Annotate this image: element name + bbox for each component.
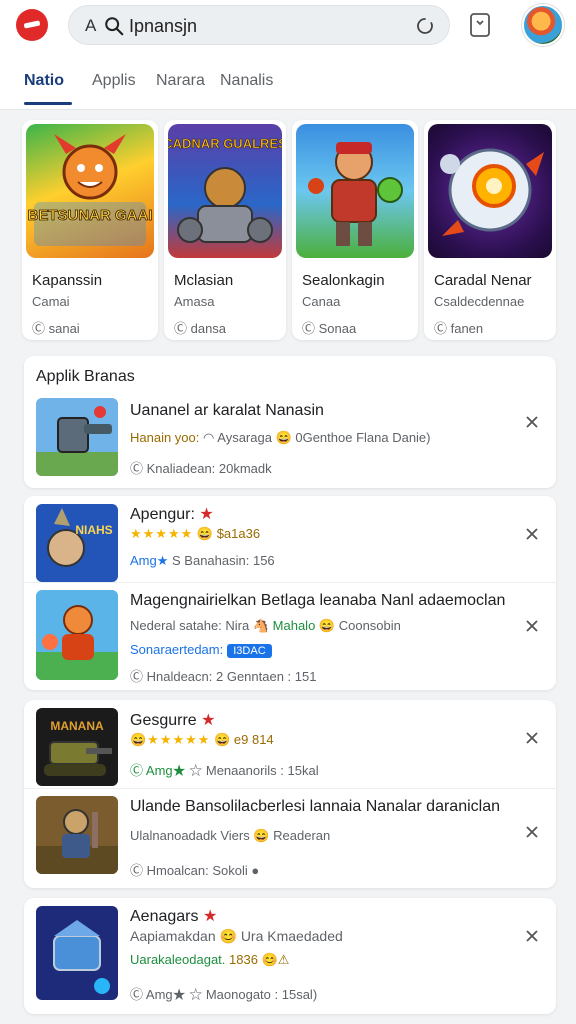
app-icon-image [36,398,118,476]
item-price: 😄 e9 814 [214,732,274,747]
app-art-title: NIAHS [75,523,112,537]
item-meta: Ⓒ Hmoalcan: Sokoli ● [130,863,260,878]
item-price: 😄 $a1a36 [196,526,261,541]
featured-star-icon: ★ [202,908,218,925]
item-title: Ulande Bansolilacberlesi lannaia Nanalar… [130,798,501,815]
app-list-section: Aenagars ★ Aapiamakdan 😊 Ura Kmaedaded U… [24,898,556,1014]
search-prefix: A [85,16,97,35]
item-title: Uananel ar karalat Nanasin [130,402,324,419]
status-badge: I3DAC [227,644,272,658]
rating-stars: ★★★★★ [130,526,194,541]
item-category: Sonaraertedam: [130,642,224,657]
tab-applis[interactable]: Applis [92,72,136,90]
item-developer: Uarakaleodagat. [130,952,226,967]
search-icon [105,17,124,36]
app-logo-icon[interactable] [16,9,48,41]
list-item[interactable]: Magengnairielkan Betlaga leanaba Nanl ad… [24,582,556,690]
item-title: Aenagars [130,908,199,925]
app-list-section: NIAHS Apengur: ★ ★★★★★ 😄 $a1a36 Amg★ S B… [24,496,556,690]
list-item[interactable]: NIAHS Apengur: ★ ★★★★★ 😄 $a1a36 Amg★ S B… [24,496,556,582]
featured-title: Sealonkagin [302,272,385,289]
featured-subtitle: Canaa [302,294,341,309]
game-art-image [296,124,414,258]
item-meta: Ⓒ Knaliadean: 20kmadk [130,461,272,476]
search-input[interactable] [129,13,409,39]
tab-bar: Natio Applis Narara Nanalis [0,52,576,110]
item-subtitle: Ulalnanoadadk Viers 😄 Readeran [130,828,331,843]
rating-stars: 😄★★★★★ [130,732,211,747]
item-meta: ☆ Menaanorils : 15kal [189,763,319,778]
item-meta: S Banahasin: 156 [172,553,275,568]
top-app-bar: A [0,0,576,52]
item-title: Apengur: [130,506,195,523]
list-item[interactable]: Ulande Bansolilacberlesi lannaia Nanalar… [24,788,556,888]
game-art-title: BETSUNAR GAAI [27,207,152,224]
featured-card[interactable]: Sealonkagin Canaa Ⓒ Sonaa [292,120,418,340]
item-tag: 🐴 Mahalo [252,618,316,633]
bookmark-icon[interactable] [468,12,492,38]
featured-card[interactable]: Caradal Nenar Csaldecdennae Ⓒ fanen [424,120,556,340]
active-tab-indicator [24,102,72,105]
item-badge: Ⓒ Amg★ [130,763,186,778]
close-icon[interactable] [524,618,540,634]
item-title: Gesgurre [130,712,197,729]
list-item[interactable]: MANANA Gesgurre ★ 😄★★★★★ 😄 e9 814 Ⓒ Amg★… [24,700,556,788]
featured-meta: Ⓒ dansa [174,321,227,336]
item-meta: Ⓒ Hnaldeacn: 2 Genntaen : 151 [130,669,317,684]
featured-title: Mclasian [174,272,234,289]
item-title: Magengnairielkan Betlaga leanaba Nanl ad… [130,592,506,609]
featured-subtitle: Amasa [174,294,215,309]
item-subtitle-prefix: Hanain yoo: [130,430,200,445]
app-icon-image [36,796,118,874]
close-icon[interactable] [524,824,540,840]
section-title: Applik Branas [36,368,135,385]
featured-star-icon: ★ [201,712,216,729]
featured-card[interactable]: BETSUNAR GAAI Kapanssin Camai Ⓒ sanai [22,120,158,340]
item-subtitle-extra: 😄 Coonsobin [318,618,401,633]
recommendations-section: Applik Branas Uananel ar karalat Nanasin… [24,356,556,488]
close-icon[interactable] [524,928,540,944]
item-price: 1836 😊⚠ [229,952,290,967]
item-subtitle: ◠ Aysaraga 😄 0Genthoe Flana Danie) [203,430,431,445]
app-icon-image [36,906,118,1000]
featured-meta: Ⓒ sanai [32,321,80,336]
game-art-title: SCADNAR GUALRESS [168,136,282,151]
item-badge: Amg★ [130,553,169,568]
search-bar[interactable]: A [68,5,450,45]
featured-card[interactable]: SCADNAR GUALRESS Mclasian Amasa Ⓒ dansa [164,120,286,340]
voice-search-icon[interactable] [415,16,435,36]
game-art-image: SCADNAR GUALRESS [168,124,282,258]
list-item[interactable]: Aenagars ★ Aapiamakdan 😊 Ura Kmaedaded U… [24,898,556,1014]
tab-narara[interactable]: Narara [156,72,205,90]
featured-subtitle: Csaldecdennae [434,294,525,309]
game-art-image: BETSUNAR GAAI [26,124,154,258]
app-art-title: MANANA [50,719,104,733]
featured-subtitle: Camai [32,294,70,309]
app-icon-image [36,590,118,680]
item-meta: Ⓒ Amg★ ☆ Maonogato : 15sal) [130,987,318,1002]
featured-title: Kapanssin [32,272,103,289]
featured-meta: Ⓒ Sonaa [302,321,357,336]
close-icon[interactable] [524,526,540,542]
app-list-section: MANANA Gesgurre ★ 😄★★★★★ 😄 e9 814 Ⓒ Amg★… [24,700,556,888]
featured-title: Caradal Nenar [434,272,532,289]
list-item[interactable]: Uananel ar karalat Nanasin Hanain yoo: ◠… [24,396,556,488]
app-icon-image: NIAHS [36,504,118,582]
featured-star-icon: ★ [199,506,214,523]
avatar[interactable] [522,4,564,46]
game-art-image [428,124,552,258]
tab-nanalis[interactable]: Nanalis [220,72,273,90]
item-subtitle: Aapiamakdan 😊 Ura Kmaedaded [130,928,343,944]
item-subtitle: Nederal satahe: Nira [130,618,250,633]
close-icon[interactable] [524,414,540,430]
app-icon-image: MANANA [36,708,118,786]
close-icon[interactable] [524,730,540,746]
featured-meta: Ⓒ fanen [434,321,484,336]
tab-natio[interactable]: Natio [24,72,64,90]
